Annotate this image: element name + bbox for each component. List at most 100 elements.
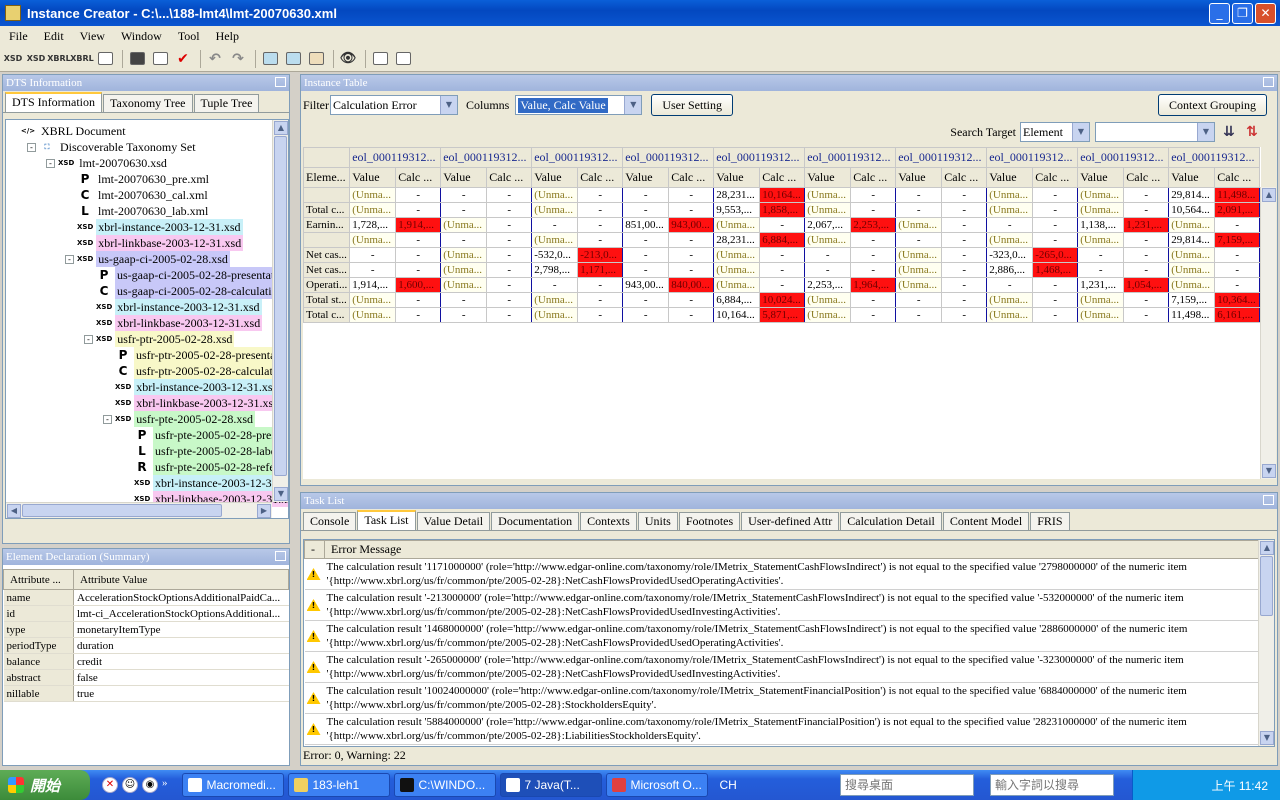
add-context-icon[interactable] (260, 49, 280, 69)
table-cell[interactable]: (Unma... (440, 277, 488, 293)
table-cell[interactable]: (Unma... (804, 202, 852, 218)
table-cell[interactable]: - (1032, 232, 1079, 248)
scroll-down-icon[interactable]: ▼ (274, 487, 288, 501)
context-column-header[interactable]: eol_000119312... (1077, 147, 1170, 168)
import-icon[interactable] (370, 49, 390, 69)
table-cell[interactable]: (Unma... (804, 187, 852, 203)
tree-node[interactable]: - ⛶ Discoverable Taxonomy Set (8, 139, 288, 155)
tree-node[interactable]: XSD xbrl-instance-2003-12-31.xsd (8, 219, 288, 235)
table-cell[interactable]: 1,231,... (1123, 217, 1170, 233)
table-cell[interactable]: (Unma... (531, 292, 579, 308)
table-cell[interactable]: (Unma... (713, 217, 761, 233)
value-column-header[interactable]: Value (804, 167, 852, 188)
table-cell[interactable]: 7,159,... (1214, 232, 1261, 248)
language-indicator[interactable]: CH (720, 778, 737, 792)
table-cell[interactable]: (Unma... (986, 307, 1034, 323)
table-cell[interactable]: - (1032, 187, 1079, 203)
table-cell[interactable]: - (668, 247, 715, 263)
table-cell[interactable]: - (941, 187, 988, 203)
taskbar-item[interactable]: 183-leh1 (287, 773, 390, 797)
calc-value-column-header[interactable]: Calc ... (759, 167, 806, 188)
table-cell[interactable]: - (668, 262, 715, 278)
web-search-input[interactable]: 輸入字詞以搜尋 (990, 774, 1114, 796)
table-cell[interactable]: 10,364... (1214, 292, 1261, 308)
table-row[interactable]: Net cas... - - (Unma... - -532,0... -213,0... -… (303, 247, 1261, 263)
table-cell[interactable]: - (622, 247, 670, 263)
menu-edit[interactable]: Edit (39, 29, 69, 44)
table-cell[interactable]: - (1123, 187, 1170, 203)
table-cell[interactable]: - (1032, 217, 1079, 233)
table-row[interactable]: (Unma... - - - (Unma... - - -28,231... 10,164...… (303, 187, 1261, 203)
task-row[interactable]: ! The calculation result '1171000000' (ro… (304, 558, 1274, 590)
maximize-icon[interactable] (1263, 495, 1274, 505)
tree-node[interactable]: Clmt-20070630_cal.xml (8, 187, 288, 203)
tab-contexts[interactable]: Contexts (580, 512, 637, 530)
context-column-header[interactable]: eol_000119312... (1168, 147, 1261, 168)
tab-footnotes[interactable]: Footnotes (678, 512, 741, 530)
calc-value-column-header[interactable]: Calc ... (668, 167, 715, 188)
table-cell[interactable]: 1,138,... (1077, 217, 1125, 233)
value-column-header[interactable]: Value (1168, 167, 1216, 188)
table-cell[interactable]: - (759, 217, 806, 233)
table-cell[interactable]: - (850, 292, 897, 308)
table-row[interactable]: Operati... 1,914,... 1,600,... (Unma... - - -9… (303, 277, 1261, 293)
table-cell[interactable]: - (395, 202, 442, 218)
tab-calculation-detail[interactable]: Calculation Detail (840, 512, 942, 530)
table-cell[interactable]: (Unma... (531, 232, 579, 248)
table-cell[interactable]: (Unma... (531, 187, 579, 203)
tab-tuple-tree[interactable]: Tuple Tree (193, 94, 260, 112)
error-message-column-header[interactable]: Error Message (324, 540, 1274, 559)
table-cell[interactable]: (Unma... (895, 217, 943, 233)
restore-button[interactable]: ❐ (1232, 3, 1253, 24)
add-unit-icon[interactable] (283, 49, 303, 69)
quicklaunch-icon[interactable]: ☺ (122, 777, 138, 793)
table-cell[interactable]: (Unma... (895, 247, 943, 263)
context-grouping-button[interactable]: Context Grouping (1158, 94, 1267, 116)
tab-content-model[interactable]: Content Model (942, 512, 1030, 530)
table-cell[interactable]: (Unma... (1077, 202, 1125, 218)
table-cell[interactable]: - (986, 217, 1034, 233)
window-icon[interactable] (95, 49, 115, 69)
table-cell[interactable]: - (440, 292, 488, 308)
quicklaunch-icon[interactable]: ✕ (102, 777, 118, 793)
tree-node[interactable]: XSD xbrl-instance-2003-12-31.xs (8, 475, 288, 491)
table-cell[interactable]: - (395, 232, 442, 248)
menu-file[interactable]: File (4, 29, 33, 44)
element-column-header[interactable]: Eleme... (303, 167, 351, 188)
menu-help[interactable]: Help (211, 29, 244, 44)
table-cell[interactable]: (Unma... (986, 187, 1034, 203)
table-cell[interactable]: - (395, 307, 442, 323)
property-row[interactable]: abstract false (3, 669, 289, 686)
table-cell[interactable]: (Unma... (349, 187, 397, 203)
table-cell[interactable]: (Unma... (1077, 307, 1125, 323)
table-cell[interactable]: 10,164... (713, 307, 761, 323)
table-cell[interactable]: - (850, 247, 897, 263)
table-cell[interactable]: -213,0... (577, 247, 624, 263)
table-cell[interactable]: - (1123, 262, 1170, 278)
check-icon[interactable]: ✔ (173, 49, 193, 69)
table-cell[interactable]: (Unma... (804, 292, 852, 308)
tree-node[interactable]: Llmt-20070630_lab.xml (8, 203, 288, 219)
table-cell[interactable]: - (941, 307, 988, 323)
table-row[interactable]: Net cas... - - (Unma... -2,798,... 1,171,... -… (303, 262, 1261, 278)
table-cell[interactable]: - (668, 202, 715, 218)
table-cell[interactable]: - (1032, 202, 1079, 218)
table-cell[interactable]: - (486, 307, 533, 323)
print-icon[interactable] (150, 49, 170, 69)
table-cell[interactable]: (Unma... (1077, 292, 1125, 308)
tab-value-detail[interactable]: Value Detail (416, 512, 491, 530)
table-cell[interactable]: -323,0... (986, 247, 1034, 263)
table-cell[interactable]: - (486, 202, 533, 218)
start-button[interactable]: 開始 (0, 770, 90, 800)
value-column-header[interactable]: Value (895, 167, 943, 188)
expand-toggle-icon[interactable]: - (27, 142, 36, 152)
tab-user-defined-attr[interactable]: User-defined Attr (741, 512, 840, 530)
table-cell[interactable]: 1,054,... (1123, 277, 1170, 293)
table-cell[interactable]: -532,0... (531, 247, 579, 263)
tree-node[interactable]: Cusfr-ptr-2005-02-28-calculation (8, 363, 288, 379)
context-column-header[interactable]: eol_000119312... (986, 147, 1079, 168)
instance-grid[interactable]: eol_000119312... eol_000119312... eol_0001… (303, 147, 1261, 479)
calc-value-column-header[interactable]: Calc ... (1032, 167, 1079, 188)
table-cell[interactable]: - (395, 292, 442, 308)
table-cell[interactable]: - (577, 277, 624, 293)
